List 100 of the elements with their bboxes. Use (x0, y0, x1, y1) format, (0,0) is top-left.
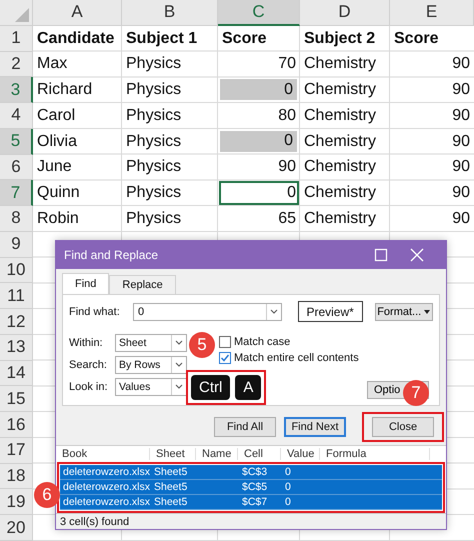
option-dropdown[interactable]: By Rows (115, 356, 187, 374)
row-header[interactable]: 11 (0, 283, 33, 310)
field-label: Find what: (69, 306, 121, 318)
row-header[interactable]: 17 (0, 438, 33, 464)
dialog-tab[interactable]: Replace (109, 275, 176, 294)
table-cell-text: Olivia (36, 132, 78, 152)
option-label: Look in: (69, 381, 109, 393)
column-header[interactable]: B (122, 0, 218, 26)
table-cell-text: Carol (36, 106, 76, 126)
triangle-icon (15, 8, 29, 22)
keyboard-key: A (235, 375, 262, 400)
table-cell-text: 90 (451, 183, 471, 204)
row-header[interactable]: 19 (0, 489, 33, 516)
table-cell-text: 90 (451, 80, 471, 100)
table-cell-text: Max (36, 54, 68, 74)
row-header[interactable]: 16 (0, 412, 33, 438)
results-column-header: Formula (320, 448, 430, 460)
dialog-tab[interactable]: Find (62, 273, 110, 294)
table-cell-text: 80 (277, 106, 297, 126)
results-column-header: Sheet (150, 448, 196, 460)
row-header[interactable]: 15 (0, 386, 33, 412)
row-header[interactable]: 5 (0, 128, 33, 155)
result-row[interactable]: deleterowzero.xlsx Sheet5 $C$7 0 (60, 495, 442, 510)
window-title: Find and Replace (64, 248, 160, 262)
column-header[interactable]: A (33, 0, 122, 26)
column-header[interactable]: E (390, 0, 474, 26)
dialog-button[interactable]: Find Next (284, 417, 346, 437)
column-heading: Score (221, 28, 268, 49)
row-header[interactable]: 6 (0, 154, 33, 180)
table-cell-text: Chemistry (303, 157, 378, 178)
table-cell-text: Chemistry (303, 54, 378, 74)
table-cell-text: Physics (125, 157, 182, 178)
dialog-button[interactable]: Find All (214, 417, 276, 437)
results-column-header: Value (281, 448, 320, 460)
table-cell-text: Chemistry (303, 132, 378, 152)
option-dropdown[interactable]: Values (115, 378, 187, 396)
result-cell-text: deleterowzero.xlsx (62, 481, 151, 493)
table-cell-text: Physics (125, 183, 182, 204)
result-cell-text: 0 (284, 481, 292, 493)
table-cell-text: 90 (277, 157, 297, 178)
column-heading: Score (393, 28, 440, 49)
table-cell-text: 90 (451, 132, 471, 152)
row-header[interactable]: 14 (0, 360, 33, 386)
table-cell-text: Chemistry (303, 80, 378, 100)
table-cell-text: 90 (451, 157, 471, 178)
table-cell-text: 90 (451, 106, 471, 126)
row-header[interactable]: 20 (0, 515, 33, 541)
table-cell-text: June (36, 157, 73, 178)
column-heading: Candidate (36, 28, 116, 49)
column-heading: Subject 1 (125, 28, 198, 49)
row-header[interactable]: 18 (0, 464, 33, 490)
table-cell-text: Physics (125, 80, 182, 100)
table-cell-text: Chemistry (303, 208, 378, 229)
column-header[interactable]: C (218, 0, 300, 26)
table-cell-text: Chemistry (303, 183, 378, 204)
result-row[interactable]: deleterowzero.xlsx Sheet5 $C$5 0 (60, 480, 442, 495)
result-cell-text: deleterowzero.xlsx (62, 496, 151, 508)
row-header[interactable]: 7 (0, 180, 33, 206)
maximize-icon[interactable] (374, 248, 388, 262)
result-cell-text: deleterowzero.xlsx (62, 466, 151, 478)
table-cell-text: Richard (36, 80, 94, 100)
option-label: Within: (69, 337, 104, 349)
row-header[interactable]: 8 (0, 206, 33, 232)
caret-icon (424, 310, 430, 314)
table-cell-text: 90 (451, 208, 471, 229)
result-cell-text: $C$5 (241, 481, 268, 493)
row-header[interactable]: 12 (0, 309, 33, 335)
result-cell-text: Sheet5 (153, 481, 188, 493)
checkbox-label: Match case (234, 336, 290, 348)
close-icon[interactable] (410, 248, 424, 262)
column-heading: Subject 2 (303, 28, 376, 49)
row-header[interactable]: 4 (0, 103, 33, 129)
table-cell-text: 70 (277, 54, 297, 74)
column-header[interactable]: D (300, 0, 390, 26)
find-what-field[interactable]: 0 (133, 302, 282, 320)
table-cell-text: Robin (36, 208, 80, 229)
checkbox-label: Match entire cell contents (234, 352, 359, 364)
results-column-header: Name (196, 448, 238, 460)
checkbox[interactable] (219, 336, 231, 348)
result-cell-text: 0 (284, 466, 292, 478)
row-header[interactable]: 3 (0, 77, 33, 104)
table-cell-text: 90 (451, 54, 471, 74)
table-cell-text: Quinn (36, 183, 81, 204)
result-row[interactable]: deleterowzero.xlsx Sheet5 $C$3 0 (60, 465, 442, 480)
table-cell: 0 (218, 180, 300, 206)
format-preview: Preview* (298, 301, 363, 322)
row-header[interactable]: 13 (0, 334, 33, 361)
row-header[interactable]: 1 (0, 26, 33, 52)
row-header[interactable]: 2 (0, 52, 33, 78)
table-cell-text: Physics (125, 132, 182, 152)
table-cell: 0 (220, 79, 297, 100)
format-button[interactable]: Format... (374, 302, 433, 320)
checkbox[interactable] (219, 352, 231, 364)
table-cell: 0 (220, 130, 297, 152)
option-label: Search: (69, 359, 108, 371)
row-header[interactable]: 9 (0, 232, 33, 258)
row-header[interactable]: 10 (0, 258, 33, 284)
option-dropdown[interactable]: Sheet (115, 334, 187, 352)
dialog-button[interactable]: Close (372, 417, 434, 437)
table-cell-text: Physics (125, 208, 182, 229)
